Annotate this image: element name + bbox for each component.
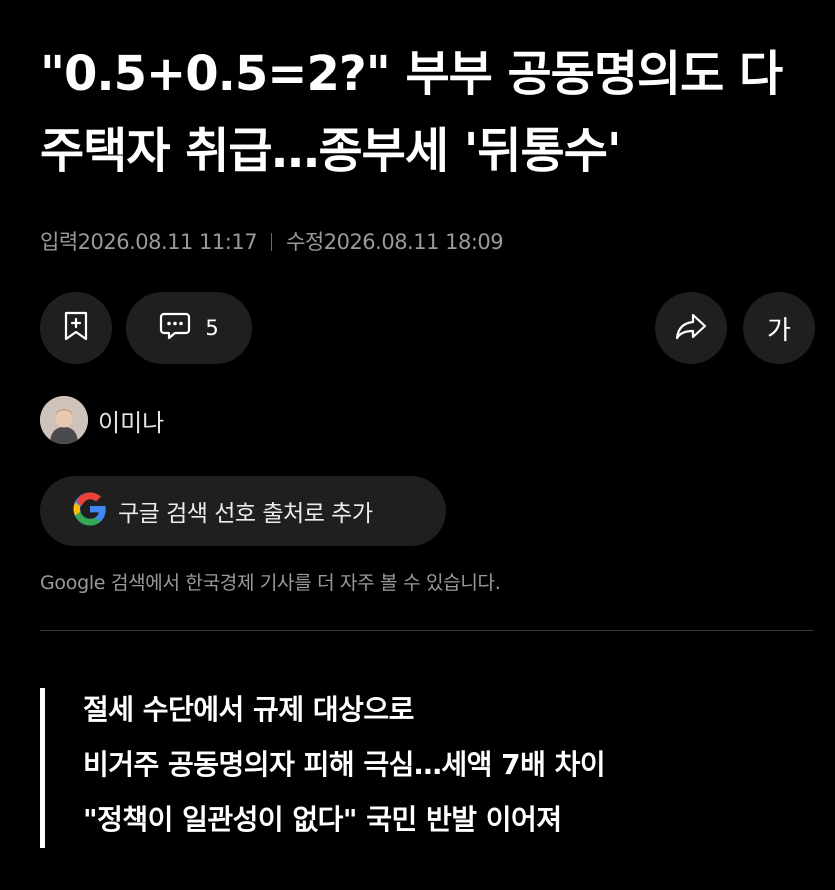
comment-icon — [159, 311, 191, 346]
font-size-label: 가 — [767, 315, 791, 346]
bookmark-plus-icon — [63, 311, 89, 345]
google-source-note: Google 검색에서 한국경제 기사를 더 자주 볼 수 있습니다. — [40, 572, 501, 594]
published-date: 입력2026.08.11 11:17 — [40, 230, 258, 254]
summary-line-3: "정책이 일관성이 없다" 국민 반발 이어져 — [83, 803, 562, 836]
date-separator — [271, 233, 273, 251]
modified-date: 수정2026.08.11 18:09 — [286, 230, 504, 254]
google-button-label: 구글 검색 선호 출처로 추가 — [118, 501, 373, 527]
google-preferred-source-button[interactable]: 구글 검색 선호 출처로 추가 — [40, 476, 446, 546]
article-headline: "0.5+0.5=2?" 부부 공동명의도 다 주택자 취급…종부세 '뒤통수' — [40, 36, 820, 190]
headline-line-1: "0.5+0.5=2?" 부부 공동명의도 다 — [40, 46, 783, 102]
avatar — [40, 396, 88, 444]
comment-button[interactable]: 5 — [126, 292, 252, 364]
share-button[interactable] — [655, 292, 727, 364]
google-logo-icon — [72, 491, 108, 531]
section-divider — [40, 630, 814, 631]
share-icon — [675, 312, 707, 344]
bookmark-button[interactable] — [40, 292, 112, 364]
article-dates: 입력2026.08.11 11:17 수정2026.08.11 18:09 — [40, 226, 504, 256]
author-name: 이미나 — [98, 408, 165, 437]
author-byline[interactable]: 이미나 — [40, 396, 164, 444]
font-size-button[interactable]: 가 — [743, 292, 815, 364]
comment-count: 5 — [205, 316, 219, 340]
headline-line-2: 주택자 취급…종부세 '뒤통수' — [40, 123, 622, 179]
article-summary: 절세 수단에서 규제 대상으로 비거주 공동명의자 피해 극심…세액 7배 차이… — [40, 688, 606, 848]
summary-line-2: 비거주 공동명의자 피해 극심…세액 7배 차이 — [83, 748, 606, 781]
summary-line-1: 절세 수단에서 규제 대상으로 — [83, 693, 414, 726]
